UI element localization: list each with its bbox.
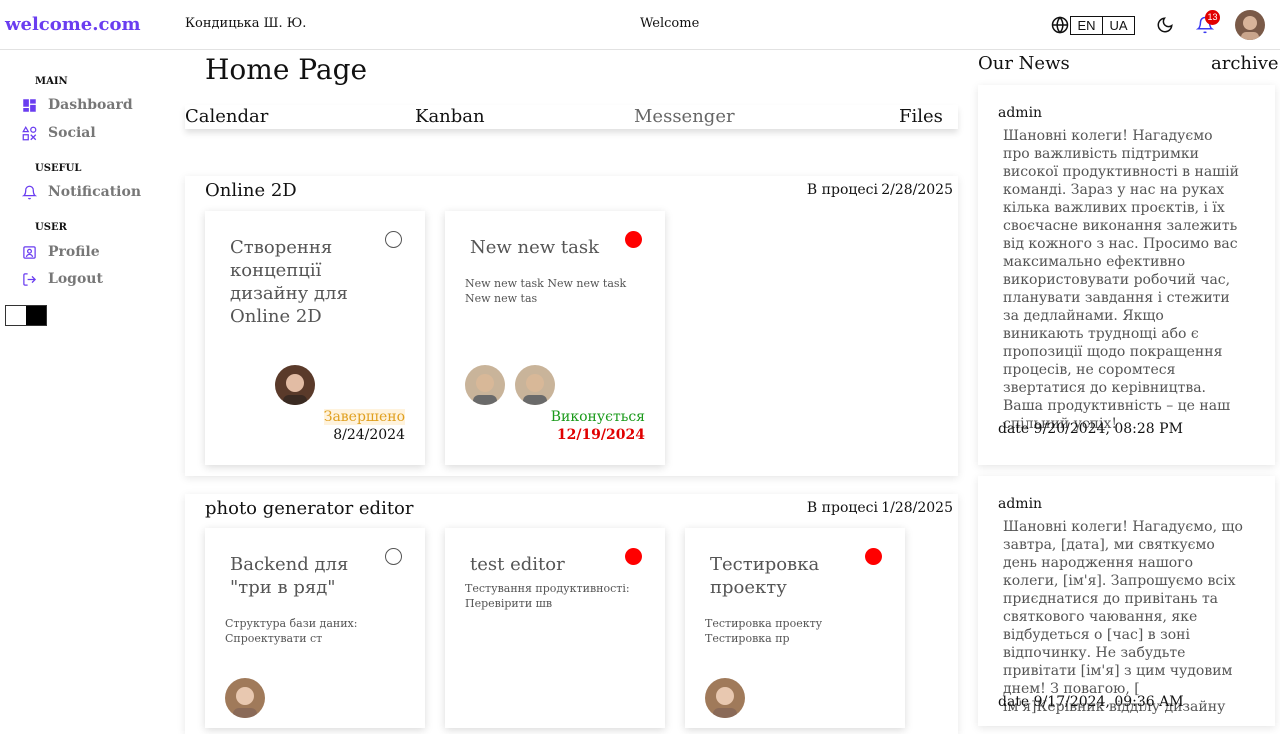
profile-icon xyxy=(23,245,36,259)
logout-icon xyxy=(23,272,37,286)
task-status: Виконується xyxy=(550,409,645,425)
sidebar-item-profile[interactable]: Profile xyxy=(22,242,100,262)
status-dot-icon[interactable] xyxy=(385,231,402,248)
project-date: 2/28/2025 xyxy=(881,182,953,198)
tab-messenger[interactable]: Messenger xyxy=(634,106,735,127)
task-description: New new task New new task New new tas xyxy=(465,277,627,305)
status-dot-icon[interactable] xyxy=(625,548,642,565)
sidebar-item-label: Logout xyxy=(48,271,103,287)
sidebar-item-logout[interactable]: Logout xyxy=(22,269,103,289)
page-title: Home Page xyxy=(205,53,368,86)
task-card[interactable]: test editor Тестування продуктивності: П… xyxy=(445,528,665,728)
user-name: Кондицька Ш. Ю. xyxy=(185,16,307,31)
assignee-avatar xyxy=(225,678,265,718)
notification-badge: 13 xyxy=(1205,10,1220,25)
social-icon xyxy=(22,125,37,140)
assignee-avatar xyxy=(705,678,745,718)
project-date: 1/28/2025 xyxy=(881,500,953,516)
sidebar-item-label: Social xyxy=(48,125,96,141)
site-logo[interactable]: welcome.com xyxy=(5,14,141,35)
task-card[interactable]: Тестировка проекту Тестировка проекту Те… xyxy=(685,528,905,728)
status-dot-icon[interactable] xyxy=(625,231,642,248)
task-status: Завершено xyxy=(323,409,405,425)
news-text: Шановні колеги! Нагадуємо, що завтра, [д… xyxy=(1003,519,1243,715)
sidebar-section-useful: USEFUL xyxy=(35,163,82,174)
sidebar-item-label: Profile xyxy=(48,244,100,260)
project-panel: Online 2D В процесі 2/28/2025 Створення … xyxy=(185,176,958,476)
tab-files[interactable]: Files xyxy=(899,106,943,127)
status-dot-icon[interactable] xyxy=(865,548,882,565)
welcome-text: Welcome xyxy=(640,16,700,31)
project-title[interactable]: photo generator editor xyxy=(205,498,414,519)
news-author: admin xyxy=(998,496,1043,512)
sidebar-item-label: Notification xyxy=(48,184,141,200)
top-header: welcome.com Кондицька Ш. Ю. Welcome EN U… xyxy=(0,0,1280,50)
task-date: 8/24/2024 xyxy=(333,427,405,443)
moon-icon[interactable] xyxy=(1156,16,1174,34)
bell-icon xyxy=(22,185,37,199)
task-description: Тестировка проекту Тестировка пр xyxy=(705,617,823,645)
news-text: Шановні колеги! Нагадуємо про важливість… xyxy=(1003,128,1239,432)
globe-icon[interactable] xyxy=(1051,16,1069,34)
sidebar-item-label: Dashboard xyxy=(48,97,133,113)
project-title[interactable]: Online 2D xyxy=(205,180,297,201)
tab-kanban[interactable]: Kanban xyxy=(415,106,485,127)
sidebar-section-main: MAIN xyxy=(35,76,68,87)
project-status: В процесі xyxy=(806,182,878,198)
assignee-avatar xyxy=(465,365,505,405)
task-title: New new task xyxy=(470,237,600,258)
sidebar-item-social[interactable]: Social xyxy=(22,123,96,143)
task-title: Тестировка проекту xyxy=(710,554,820,598)
status-dot-icon[interactable] xyxy=(385,548,402,565)
news-date: date 9/17/2024, 09:36 AM xyxy=(998,694,1184,710)
tab-calendar[interactable]: Calendar xyxy=(185,106,268,127)
dashboard-icon xyxy=(23,98,36,112)
dark-theme-swatch[interactable] xyxy=(26,306,46,325)
task-card[interactable]: New new task New new task New new task N… xyxy=(445,211,665,465)
sidebar-item-notification[interactable]: Notification xyxy=(22,182,141,202)
project-status: В процесі xyxy=(806,500,878,516)
task-card[interactable]: Створення концепції дизайну для Online 2… xyxy=(205,211,425,465)
news-heading: Our News xyxy=(978,53,1070,74)
assignee-avatar xyxy=(515,365,555,405)
assignee-avatar xyxy=(275,365,315,405)
task-title: Backend для "три в ряд" xyxy=(230,554,349,598)
task-title: Створення концепції дизайну для Online 2… xyxy=(230,237,348,327)
theme-toggle[interactable] xyxy=(5,305,47,326)
news-card: admin Шановні колеги! Нагадуємо, що завт… xyxy=(978,476,1275,726)
project-panel: photo generator editor В процесі 1/28/20… xyxy=(185,494,958,734)
news-author: admin xyxy=(998,105,1043,121)
lang-ua-button[interactable]: UA xyxy=(1102,16,1135,35)
lang-en-button[interactable]: EN xyxy=(1070,16,1103,35)
tab-bar: Calendar Kanban Messenger Files xyxy=(185,105,958,129)
task-title: test editor xyxy=(470,554,565,575)
sidebar-section-user: USER xyxy=(35,222,67,233)
task-description: Тестування продуктивності: Перевірити шв xyxy=(465,582,630,610)
news-archive-link[interactable]: archive xyxy=(1211,53,1279,74)
light-theme-swatch[interactable] xyxy=(6,306,26,325)
sidebar-item-dashboard[interactable]: Dashboard xyxy=(22,95,133,115)
task-card[interactable]: Backend для "три в ряд" Структура бази д… xyxy=(205,528,425,728)
avatar[interactable] xyxy=(1235,10,1265,40)
task-date: 12/19/2024 xyxy=(556,427,645,443)
task-description: Структура бази даних: Спроектувати ст xyxy=(225,617,358,645)
news-card: admin Шановні колеги! Нагадуємо про важл… xyxy=(978,85,1275,465)
news-date: date 9/20/2024, 08:28 PM xyxy=(998,421,1183,437)
